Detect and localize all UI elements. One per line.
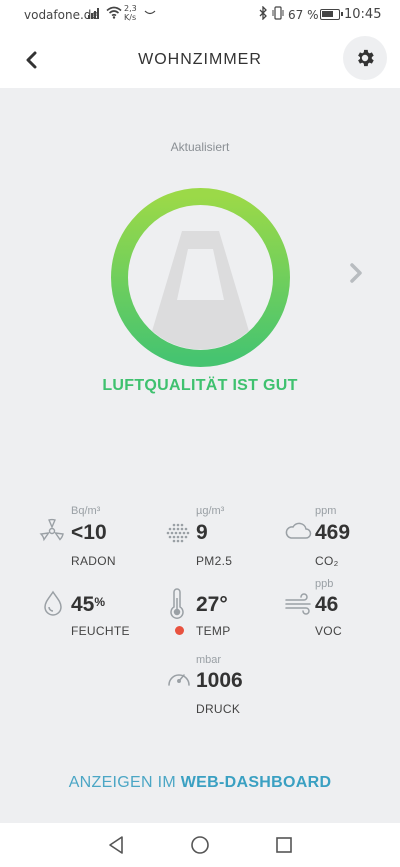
sensor-temperature[interactable]: 27° TEMP	[166, 578, 286, 648]
thermometer-icon	[168, 588, 186, 620]
triangle-back-icon	[109, 836, 123, 854]
system-nav-bar	[0, 823, 400, 867]
wifi-icon	[106, 6, 122, 22]
particles-icon	[165, 521, 193, 549]
square-recents-icon	[276, 837, 292, 853]
co2-unit: ppm	[315, 505, 337, 517]
air-quality-status: LUFTQUALITÄT IST GUT	[102, 377, 298, 394]
pressure-unit: mbar	[196, 654, 222, 666]
settings-button[interactable]	[343, 36, 387, 80]
dashboard-link-target: WEB-DASHBOARD	[180, 774, 332, 791]
gauge-icon	[166, 667, 194, 695]
battery-icon	[320, 9, 343, 20]
next-room-button[interactable]	[346, 262, 366, 284]
updated-label: Aktualisiert	[170, 140, 230, 154]
voc-unit: ppb	[315, 578, 334, 590]
co2-label: CO₂	[315, 554, 339, 568]
vibrate-icon	[272, 6, 284, 23]
circle-home-icon	[191, 836, 209, 854]
nav-home-button[interactable]	[188, 833, 212, 857]
temperature-label: TEMP	[196, 624, 231, 638]
page-title: WOHNZIMMER	[138, 51, 262, 68]
droplet-icon	[42, 590, 70, 618]
status-bar: vodafone.de 2,3 K/s 67 % 10:45	[0, 0, 400, 32]
pm25-label: PM2.5	[196, 554, 233, 568]
sensor-pressure[interactable]: mbar 1006 DRUCK	[166, 651, 286, 721]
sensor-voc[interactable]: ppb 46 VOC	[284, 578, 400, 648]
temperature-value: 27°	[196, 593, 228, 616]
nav-back-button[interactable]	[104, 833, 128, 857]
air-quality-ring	[110, 187, 291, 368]
radiation-icon	[38, 517, 66, 545]
web-dashboard-link[interactable]: ANZEIGEN IM WEB-DASHBOARD	[0, 774, 400, 792]
pm25-unit: µg/m³	[196, 505, 225, 517]
voc-label: VOC	[315, 624, 342, 638]
sensor-humidity[interactable]: 45% FEUCHTE	[42, 578, 162, 648]
humidity-label: FEUCHTE	[71, 624, 130, 638]
bluetooth-icon	[258, 5, 268, 23]
clock: 10:45	[344, 7, 382, 22]
nav-recents-button[interactable]	[272, 833, 296, 857]
chevron-right-icon	[350, 263, 362, 283]
humidity-value: 45%	[71, 593, 106, 616]
sensor-pm25[interactable]: µg/m³ 9 PM2.5	[163, 505, 283, 575]
radon-label: RADON	[71, 554, 116, 568]
gear-icon	[358, 49, 374, 67]
sensor-radon[interactable]: Bq/m³ <10 RADON	[38, 505, 158, 575]
signal-icon	[88, 7, 102, 22]
humidity-unit: %	[94, 595, 106, 609]
app-header: WOHNZIMMER	[0, 32, 400, 88]
sensor-co2[interactable]: ppm 469 CO₂	[284, 505, 400, 575]
wave-icon	[144, 4, 156, 20]
voc-value: 46	[315, 593, 339, 616]
network-speed: 2,3 K/s	[124, 4, 137, 22]
cloud-icon	[284, 520, 312, 548]
dashboard-link-prefix: ANZEIGEN IM	[68, 774, 176, 791]
pressure-label: DRUCK	[196, 702, 241, 716]
radon-unit: Bq/m³	[71, 505, 101, 517]
radon-value: <10	[71, 521, 107, 544]
temperature-status-dot	[175, 626, 184, 635]
co2-value: 469	[315, 521, 351, 544]
pm25-value: 9	[196, 521, 208, 544]
pressure-value: 1006	[196, 669, 243, 692]
battery-percent: 67 %	[288, 8, 319, 22]
wind-icon	[284, 592, 312, 620]
